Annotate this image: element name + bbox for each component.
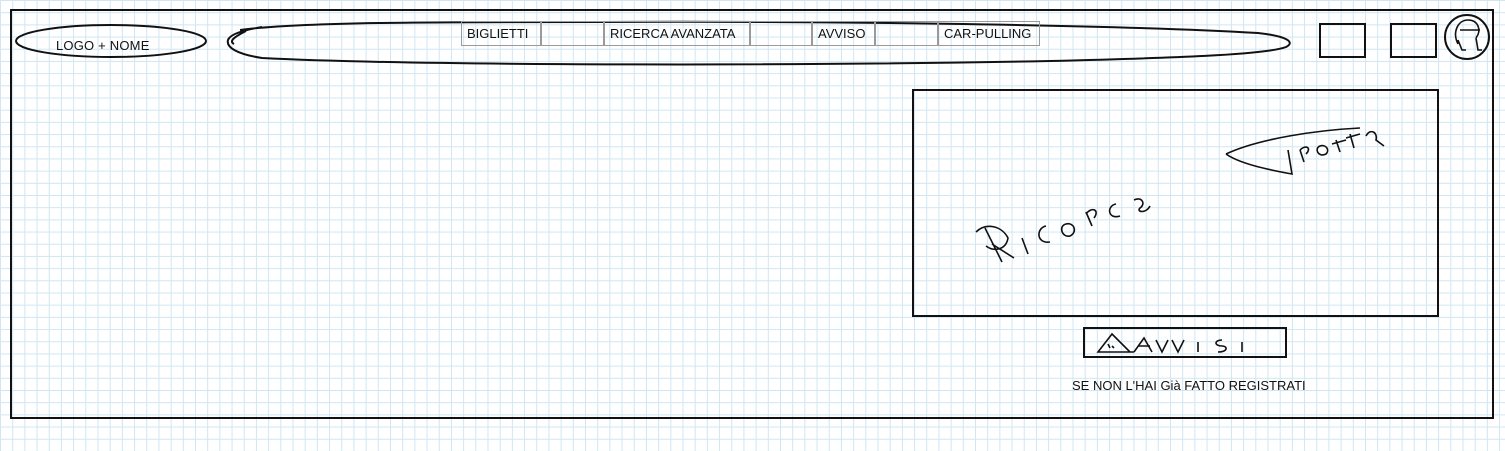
header-icon-box-1[interactable] [1319,23,1366,58]
main-navigation: BIGLIETTI RICERCA AVANZATA AVVISO CAR-PU… [461,21,1040,48]
header-icon-box-2[interactable] [1390,23,1437,58]
nav-item-empty-1[interactable] [541,21,604,46]
nav-item-biglietti[interactable]: BIGLIETTI [461,21,541,46]
nav-item-ricerca-avanzata[interactable]: RICERCA AVANZATA [604,21,750,46]
user-avatar-icon[interactable] [1444,14,1490,60]
nav-item-avviso[interactable]: AVVISO [812,21,875,46]
nav-item-car-pulling[interactable]: CAR-PULLING [938,21,1040,46]
nav-item-empty-2[interactable] [750,21,812,46]
nav-item-empty-3[interactable] [875,21,938,46]
logo-label: LOGO + NOME [56,38,150,53]
register-prompt[interactable]: SE NON L'HAI Già FATTO REGISTRATI [1072,378,1306,393]
search-route-panel[interactable] [912,89,1439,317]
avvisi-button[interactable] [1083,327,1287,358]
